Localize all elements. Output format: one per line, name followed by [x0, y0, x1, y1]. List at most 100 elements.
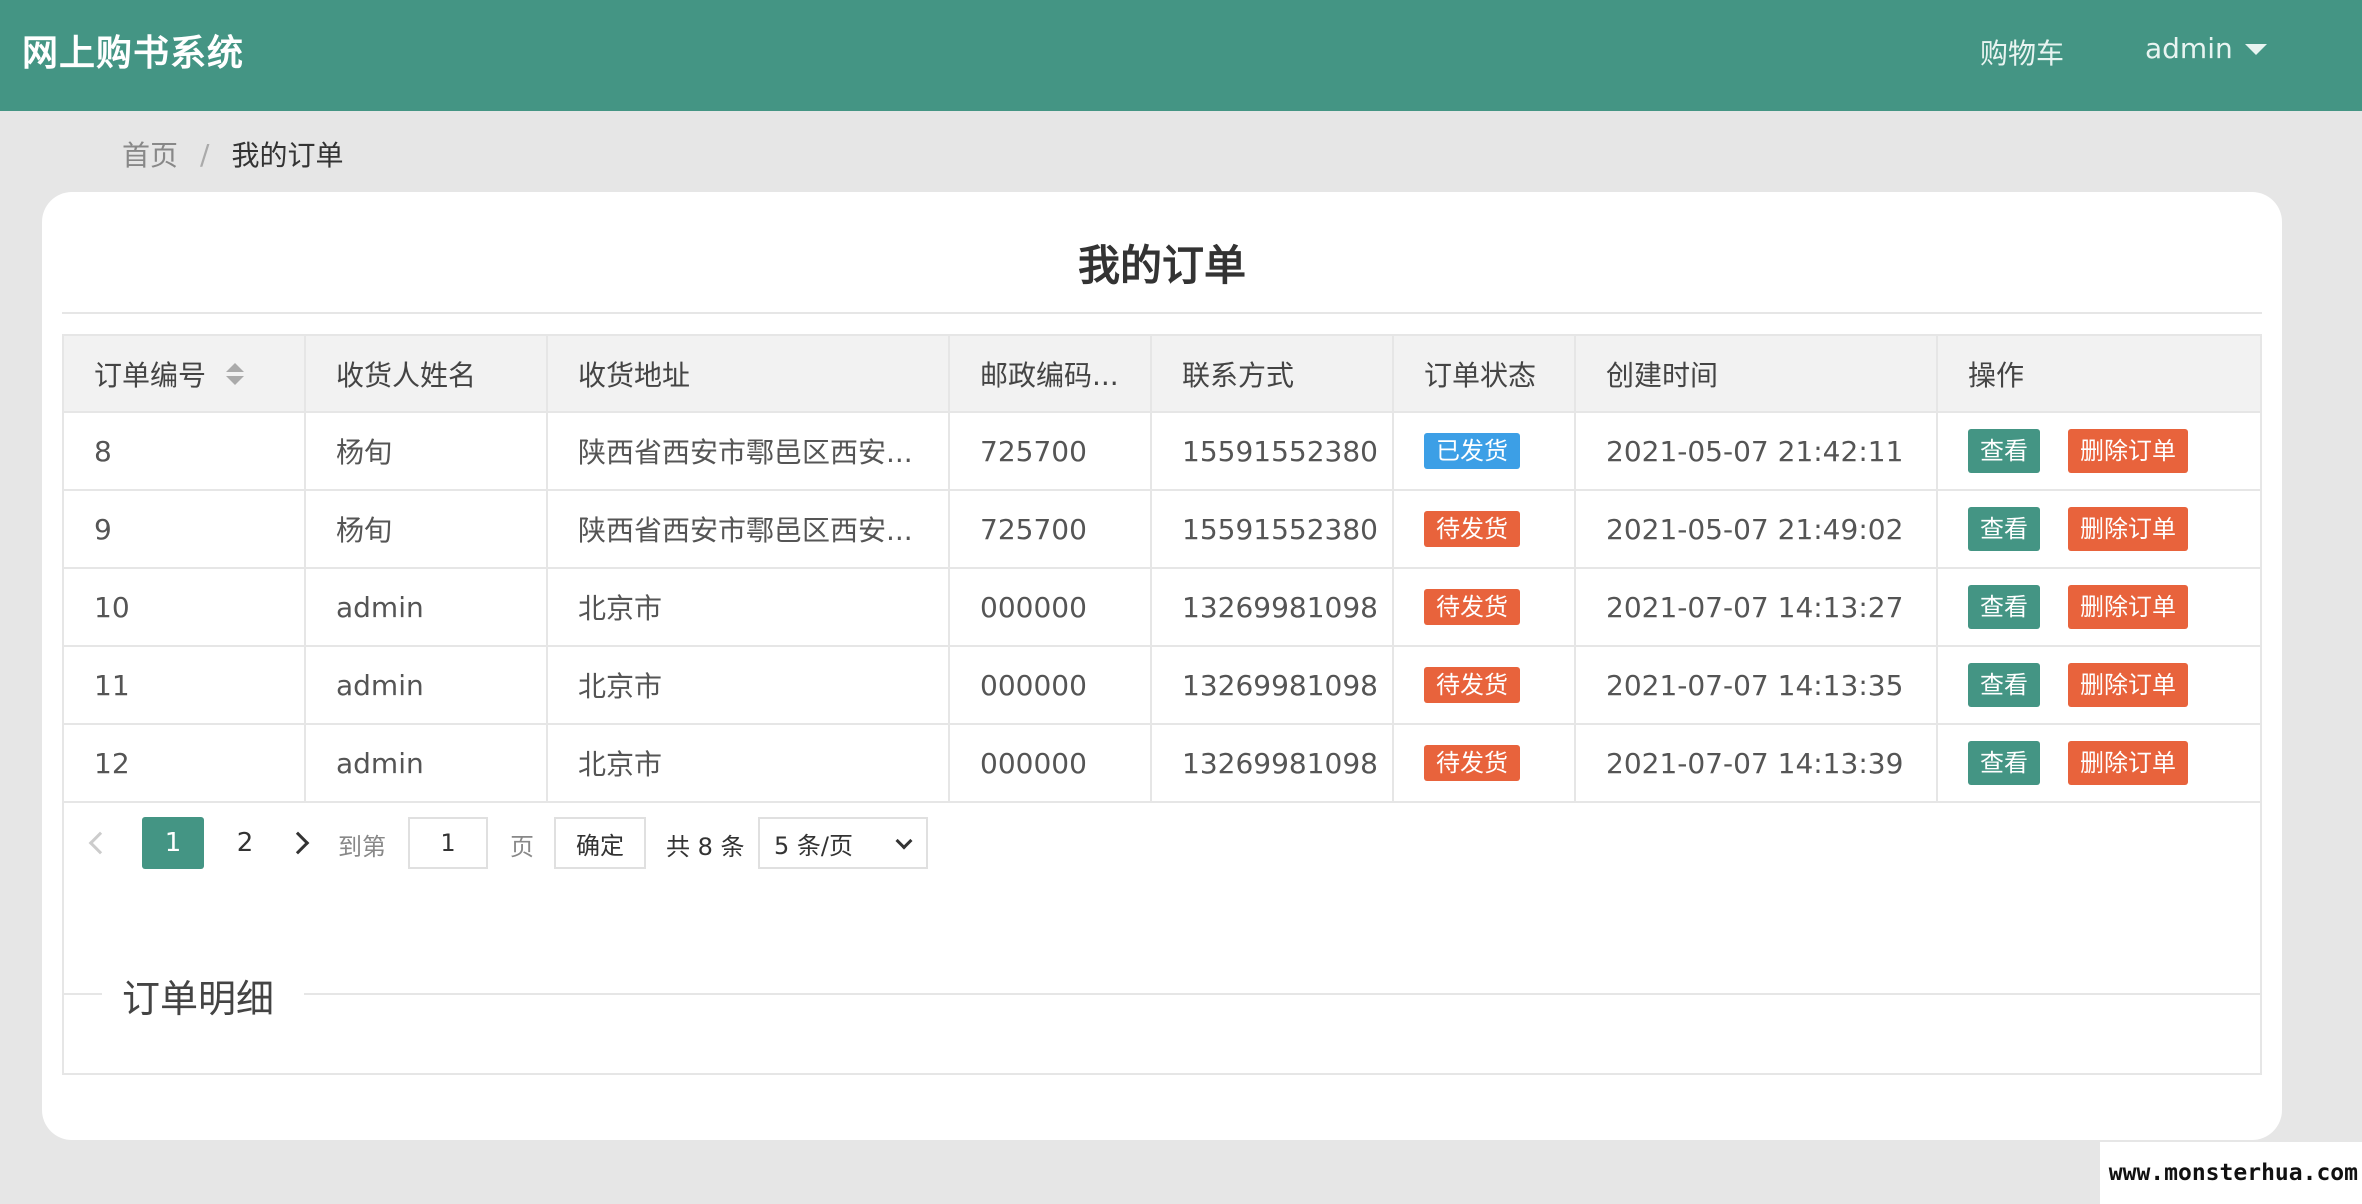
- nav-cart-link[interactable]: 购物车: [1980, 32, 2064, 72]
- col-header-postcode: 邮政编码...: [950, 336, 1152, 411]
- address-text: 陕西省西安市鄠邑区西安...: [578, 436, 913, 469]
- breadcrumb: 首页 / 我的订单: [122, 134, 343, 174]
- table-row: 12 admin 北京市 000000 13269981098 待发货 2021…: [64, 725, 2260, 803]
- cell-receiver: 杨旬: [306, 413, 548, 489]
- prev-page-button[interactable]: [82, 825, 112, 861]
- chevron-down-icon: [895, 832, 913, 850]
- cell-address: 北京市: [548, 569, 950, 645]
- cell-receiver: admin: [306, 647, 548, 723]
- delete-order-button[interactable]: 删除订单: [2068, 507, 2188, 551]
- address-text: 北京市: [578, 748, 663, 781]
- view-order-button[interactable]: 查看: [1968, 663, 2040, 707]
- table-row: 10 admin 北京市 000000 13269981098 待发货 2021…: [64, 569, 2260, 647]
- view-order-button[interactable]: 查看: [1968, 585, 2040, 629]
- cell-actions: 查看 删除订单: [1938, 413, 2260, 489]
- cell-order-id: 8: [64, 413, 306, 489]
- address-text: 北京市: [578, 592, 663, 625]
- cell-phone: 13269981098: [1152, 569, 1394, 645]
- goto-confirm-button[interactable]: 确定: [554, 817, 646, 869]
- status-badge: 待发货: [1424, 589, 1520, 625]
- page-unit-label: 页: [510, 833, 534, 861]
- sort-icon[interactable]: [226, 362, 245, 385]
- next-page-button[interactable]: [286, 825, 316, 861]
- page-size-select[interactable]: 5 条/页: [758, 817, 928, 869]
- col-header-actions: 操作: [1968, 358, 2025, 392]
- detail-divider-right: [304, 993, 2262, 995]
- cell-postcode: 000000: [950, 569, 1152, 645]
- status-badge: 待发货: [1424, 511, 1520, 547]
- title-divider: [62, 312, 2262, 314]
- cell-phone: 13269981098: [1152, 725, 1394, 801]
- cell-order-id: 10: [64, 569, 306, 645]
- cell-created: 2021-05-07 21:49:02: [1576, 491, 1938, 567]
- cell-address: 北京市: [548, 647, 950, 723]
- cell-order-id: 9: [64, 491, 306, 567]
- cell-actions: 查看 删除订单: [1938, 647, 2260, 723]
- cell-status: 已发货: [1394, 413, 1576, 489]
- status-badge: 已发货: [1424, 433, 1520, 469]
- app-brand[interactable]: 网上购书系统: [22, 24, 244, 76]
- cell-status: 待发货: [1394, 569, 1576, 645]
- breadcrumb-home[interactable]: 首页: [122, 134, 178, 174]
- cell-address: 陕西省西安市鄠邑区西安...: [548, 413, 950, 489]
- cell-phone: 15591552380: [1152, 491, 1394, 567]
- address-text: 北京市: [578, 670, 663, 703]
- cell-created: 2021-05-07 21:42:11: [1576, 413, 1938, 489]
- pagination: 1 2 到第 页 确定 共 8 条 5 条/页: [64, 803, 2260, 882]
- view-order-button[interactable]: 查看: [1968, 507, 2040, 551]
- orders-table: 订单编号 收货人姓名 收货地址 邮政编码... 联系方式 订单状态 创建时间 操…: [62, 334, 2262, 1075]
- goto-page-input[interactable]: [408, 817, 488, 869]
- cell-actions: 查看 删除订单: [1938, 725, 2260, 801]
- delete-order-button[interactable]: 删除订单: [2068, 429, 2188, 473]
- cell-created: 2021-07-07 14:13:39: [1576, 725, 1938, 801]
- breadcrumb-separator: /: [200, 137, 210, 171]
- page-1-button[interactable]: 1: [142, 817, 204, 869]
- cell-receiver: admin: [306, 569, 548, 645]
- status-badge: 待发货: [1424, 745, 1520, 781]
- delete-order-button[interactable]: 删除订单: [2068, 741, 2188, 785]
- goto-label: 到第: [338, 833, 386, 861]
- cell-postcode: 000000: [950, 725, 1152, 801]
- cell-status: 待发货: [1394, 647, 1576, 723]
- cell-order-id: 12: [64, 725, 306, 801]
- col-header-address: 收货地址: [548, 336, 950, 411]
- view-order-button[interactable]: 查看: [1968, 429, 2040, 473]
- page-2-button[interactable]: 2: [214, 817, 276, 869]
- status-badge: 待发货: [1424, 667, 1520, 703]
- cell-created: 2021-07-07 14:13:27: [1576, 569, 1938, 645]
- table-row: 9 杨旬 陕西省西安市鄠邑区西安... 725700 15591552380 待…: [64, 491, 2260, 569]
- page-size-value: 5 条/页: [774, 831, 853, 860]
- col-header-phone: 联系方式: [1152, 336, 1394, 411]
- user-name: admin: [2145, 32, 2233, 65]
- delete-order-button[interactable]: 删除订单: [2068, 663, 2188, 707]
- view-order-button[interactable]: 查看: [1968, 741, 2040, 785]
- cell-status: 待发货: [1394, 491, 1576, 567]
- col-header-label: 订单编号: [94, 358, 207, 392]
- breadcrumb-current: 我的订单: [231, 139, 344, 172]
- page-title: 我的订单: [1077, 241, 1246, 290]
- cell-actions: 查看 删除订单: [1938, 491, 2260, 567]
- col-header-receiver: 收货人姓名: [306, 336, 548, 411]
- watermark: www.monsterhua.com: [2100, 1142, 2362, 1204]
- col-header-created: 创建时间: [1576, 336, 1938, 411]
- col-header-order-id[interactable]: 订单编号: [64, 336, 306, 411]
- cell-created: 2021-07-07 14:13:35: [1576, 647, 1938, 723]
- cell-phone: 15591552380: [1152, 413, 1394, 489]
- orders-card: 我的订单 订单编号 收货人姓名 收货地址 邮政编码... 联系方式 订单状态 创…: [42, 192, 2282, 1140]
- top-nav-bar: 网上购书系统 购物车 admin: [0, 0, 2362, 111]
- cell-order-id: 11: [64, 647, 306, 723]
- address-text: 陕西省西安市鄠邑区西安...: [578, 514, 913, 547]
- detail-divider-left: [62, 993, 102, 995]
- cell-phone: 13269981098: [1152, 647, 1394, 723]
- chevron-left-icon: [88, 831, 112, 855]
- col-header-status: 订单状态: [1394, 336, 1576, 411]
- user-menu[interactable]: admin: [2145, 32, 2267, 65]
- cell-receiver: admin: [306, 725, 548, 801]
- cell-actions: 查看 删除订单: [1938, 569, 2260, 645]
- table-header: 订单编号 收货人姓名 收货地址 邮政编码... 联系方式 订单状态 创建时间 操…: [64, 336, 2260, 413]
- cell-status: 待发货: [1394, 725, 1576, 801]
- cell-address: 陕西省西安市鄠邑区西安...: [548, 491, 950, 567]
- caret-down-icon: [2244, 44, 2267, 55]
- delete-order-button[interactable]: 删除订单: [2068, 585, 2188, 629]
- detail-section-title: 订单明细: [122, 977, 275, 1021]
